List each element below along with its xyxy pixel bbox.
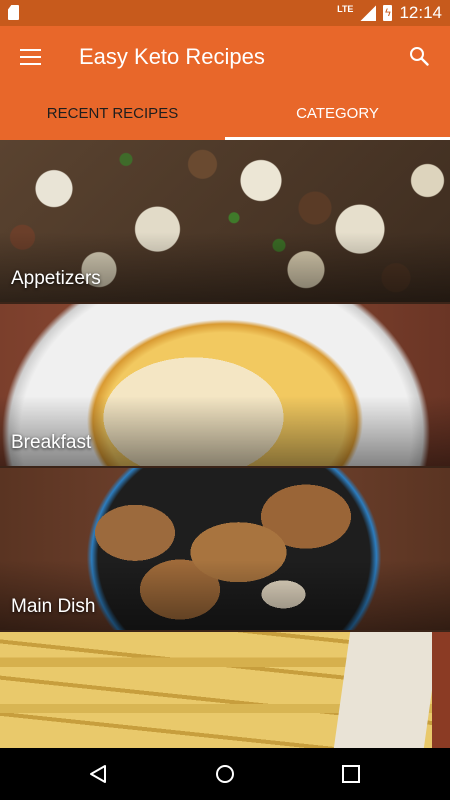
network-type-label: LTE	[337, 4, 354, 14]
hamburger-menu-icon[interactable]	[20, 49, 41, 65]
category-card-appetizers[interactable]: Appetizers	[0, 140, 450, 302]
category-card-breakfast[interactable]: Breakfast	[0, 304, 450, 466]
card-image-detail	[333, 632, 441, 748]
system-nav-bar	[0, 748, 450, 800]
category-card-main-dish[interactable]: Main Dish	[0, 468, 450, 630]
status-bar: LTE 12:14	[0, 0, 450, 26]
status-icons: LTE 12:14	[337, 0, 442, 26]
recents-button[interactable]	[321, 748, 381, 800]
tab-bar: RECENT RECIPES CATEGORY	[0, 90, 450, 140]
clock: 12:14	[399, 3, 442, 22]
app-title: Easy Keto Recipes	[79, 44, 265, 69]
tab-category[interactable]: CATEGORY	[225, 90, 450, 140]
category-label: Appetizers	[11, 268, 101, 289]
card-image-detail	[432, 632, 450, 748]
category-label: Breakfast	[11, 432, 92, 453]
recents-icon	[342, 765, 360, 783]
signal-icon	[360, 5, 377, 21]
category-card-partial[interactable]	[0, 632, 450, 748]
tab-recent-recipes[interactable]: RECENT RECIPES	[0, 90, 225, 140]
card-gradient	[0, 396, 450, 466]
sd-card-icon	[8, 5, 19, 20]
battery-charging-icon	[383, 5, 393, 21]
back-icon	[90, 765, 106, 783]
card-gradient	[0, 560, 450, 630]
category-label: Main Dish	[11, 596, 96, 617]
back-button[interactable]	[68, 748, 128, 800]
category-list[interactable]: Appetizers Breakfast Main Dish	[0, 140, 450, 748]
home-icon	[216, 765, 234, 783]
search-icon[interactable]	[409, 46, 429, 66]
home-button[interactable]	[195, 748, 255, 800]
card-gradient	[0, 232, 450, 302]
app-bar: Easy Keto Recipes	[0, 26, 450, 90]
